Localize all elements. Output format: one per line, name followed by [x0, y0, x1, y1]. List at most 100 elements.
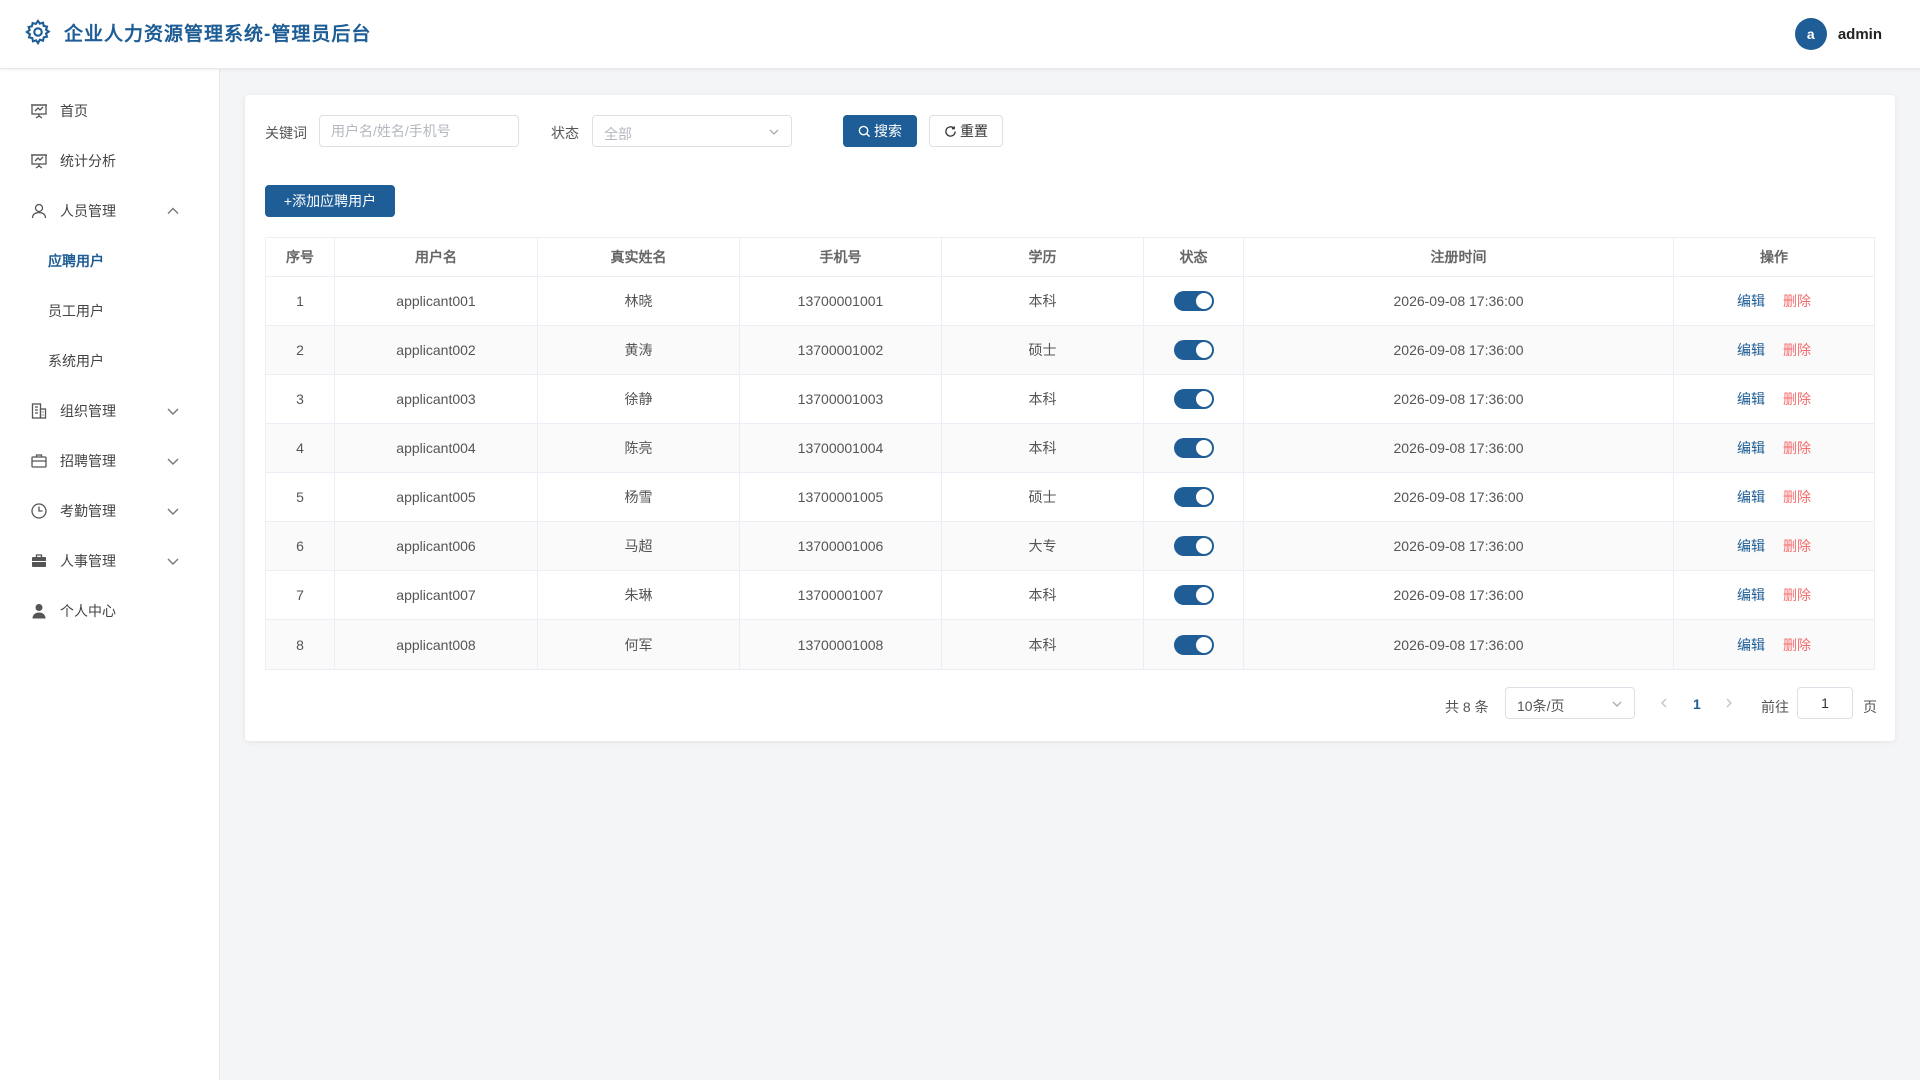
page-number-current[interactable]: 1 [1693, 696, 1701, 712]
status-toggle[interactable] [1173, 536, 1214, 556]
status-select[interactable]: 全部 [592, 115, 792, 147]
brand: 企业人力资源管理系统-管理员后台 [24, 18, 371, 46]
cell-actions: 编辑 删除 [1674, 620, 1874, 669]
table-row: 8 applicant008 何军 13700001008 本科 2026-09-08 1… [266, 620, 1874, 669]
sidebar-subitem-label: 员工用户 [48, 303, 104, 319]
cell-phone: 13700001001 [740, 277, 942, 325]
delete-link[interactable]: 删除 [1783, 635, 1811, 655]
delete-link[interactable]: 删除 [1783, 536, 1811, 556]
cell-status [1144, 326, 1244, 374]
edit-link[interactable]: 编辑 [1737, 585, 1765, 605]
sidebar-subitem-system-users[interactable]: 系统用户 [0, 336, 219, 386]
sidebar-subitem-label: 应聘用户 [48, 253, 104, 269]
delete-link[interactable]: 删除 [1783, 438, 1811, 458]
cell-username: applicant002 [335, 326, 538, 374]
goto-suffix: 页 [1863, 699, 1877, 715]
cell-register-time: 2026-09-08 17:36:00 [1244, 375, 1674, 423]
status-toggle[interactable] [1173, 389, 1214, 409]
sidebar-item-label: 人事管理 [60, 553, 116, 569]
status-toggle[interactable] [1173, 487, 1214, 507]
toggle-knob [1195, 538, 1212, 554]
sidebar-item-organization[interactable]: 组织管理 [0, 386, 219, 436]
search-button[interactable]: 搜索 [843, 115, 917, 147]
delete-link[interactable]: 删除 [1783, 291, 1811, 311]
cell-no: 7 [266, 571, 335, 619]
cell-status [1144, 424, 1244, 472]
clock-icon [30, 502, 48, 520]
sidebar-item-recruitment[interactable]: 招聘管理 [0, 436, 219, 486]
cell-actions: 编辑 删除 [1674, 424, 1874, 472]
cell-register-time: 2026-09-08 17:36:00 [1244, 277, 1674, 325]
cell-phone: 13700001008 [740, 620, 942, 669]
status-toggle[interactable] [1173, 438, 1214, 458]
edit-link[interactable]: 编辑 [1737, 438, 1765, 458]
sidebar-item-attendance[interactable]: 考勤管理 [0, 486, 219, 536]
column-header: 注册时间 [1244, 238, 1674, 276]
table-body: 1 applicant001 林晓 13700001001 本科 2026-09-08 1… [266, 277, 1874, 669]
status-toggle[interactable] [1173, 291, 1214, 311]
avatar[interactable]: a [1794, 18, 1827, 50]
status-toggle[interactable] [1173, 340, 1214, 360]
edit-link[interactable]: 编辑 [1737, 291, 1765, 311]
keyword-input[interactable] [319, 115, 519, 147]
edit-link[interactable]: 编辑 [1737, 340, 1765, 360]
sidebar: 首页 统计分析 人员管理 应聘用户 员工用户 系统用户 组织管理 招聘管理 考勤… [0, 69, 220, 1080]
username[interactable]: admin [1838, 26, 1882, 43]
search-bar: 关键词 状态 全部 搜索 重置 [265, 115, 1865, 147]
cell-education: 硕士 [942, 473, 1144, 521]
delete-link[interactable]: 删除 [1783, 389, 1811, 409]
column-header: 用户名 [335, 238, 538, 276]
applicants-table: 序号 用户名 真实姓名 手机号 学历 状态 注册时间 操作 1 applicant… [265, 237, 1875, 670]
goto-page-input[interactable] [1797, 687, 1853, 719]
edit-link[interactable]: 编辑 [1737, 487, 1765, 507]
status-toggle[interactable] [1173, 634, 1214, 655]
sidebar-item-home[interactable]: 首页 [0, 86, 219, 136]
cell-status [1144, 571, 1244, 619]
cell-real-name: 朱琳 [538, 571, 740, 619]
cell-real-name: 徐静 [538, 375, 740, 423]
status-toggle[interactable] [1173, 585, 1214, 605]
sidebar-item-personnel[interactable]: 人员管理 [0, 186, 219, 236]
cell-real-name: 马超 [538, 522, 740, 570]
cell-phone: 13700001006 [740, 522, 942, 570]
user-menu[interactable]: a admin [1794, 18, 1882, 50]
cell-actions: 编辑 删除 [1674, 375, 1874, 423]
sidebar-item-statistics[interactable]: 统计分析 [0, 136, 219, 186]
cell-username: applicant006 [335, 522, 538, 570]
cell-education: 本科 [942, 277, 1144, 325]
cell-education: 本科 [942, 375, 1144, 423]
edit-link[interactable]: 编辑 [1737, 536, 1765, 556]
chevron-down-icon [167, 558, 179, 565]
cell-phone: 13700001002 [740, 326, 942, 374]
edit-link[interactable]: 编辑 [1737, 389, 1765, 409]
page-size-value: 10条/页 [1517, 698, 1565, 714]
page-size-select[interactable]: 10条/页 [1505, 687, 1635, 719]
sidebar-subitem-employees[interactable]: 员工用户 [0, 286, 219, 336]
table-row: 3 applicant003 徐静 13700001003 本科 2026-09-08 1… [266, 375, 1874, 424]
next-page-icon[interactable] [1722, 696, 1736, 710]
sidebar-subitem-applicants[interactable]: 应聘用户 [0, 236, 219, 286]
edit-link[interactable]: 编辑 [1737, 635, 1765, 655]
delete-link[interactable]: 删除 [1783, 340, 1811, 360]
prev-page-icon[interactable] [1657, 696, 1671, 710]
delete-link[interactable]: 删除 [1783, 585, 1811, 605]
top-header: 企业人力资源管理系统-管理员后台 a admin [0, 0, 1920, 69]
add-applicant-button[interactable]: +添加应聘用户 [265, 185, 395, 217]
toggle-knob [1195, 440, 1212, 456]
sidebar-item-hr-affairs[interactable]: 人事管理 [0, 536, 219, 586]
toggle-knob [1195, 489, 1212, 505]
table-row: 7 applicant007 朱琳 13700001007 本科 2026-09-08 1… [266, 571, 1874, 620]
delete-link[interactable]: 删除 [1783, 487, 1811, 507]
chevron-up-icon [167, 207, 179, 214]
cell-actions: 编辑 删除 [1674, 277, 1874, 325]
pagination-total: 共 8 条 [1445, 699, 1489, 715]
gear-icon [25, 19, 51, 46]
cell-username: applicant005 [335, 473, 538, 521]
toggle-knob [1195, 342, 1212, 358]
sidebar-item-personal-center[interactable]: 个人中心 [0, 586, 219, 636]
search-icon [858, 125, 871, 137]
cell-no: 1 [266, 277, 335, 325]
cell-no: 5 [266, 473, 335, 521]
cell-username: applicant004 [335, 424, 538, 472]
reset-button[interactable]: 重置 [929, 115, 1003, 147]
